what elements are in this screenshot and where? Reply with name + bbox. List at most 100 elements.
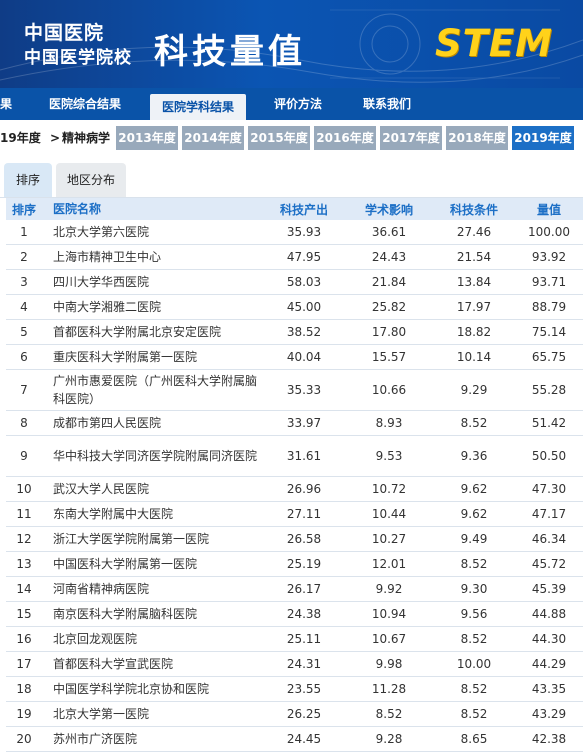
cell-hospital-name[interactable]: 河南省精神病医院: [53, 577, 258, 601]
cell-hospital-name[interactable]: 重庆医科大学附属第一医院: [53, 345, 258, 369]
header-impact: 学术影响: [364, 202, 413, 217]
cell-condition: 9.29: [460, 383, 488, 397]
cell-rank: 19: [16, 707, 32, 721]
breadcrumb-subject[interactable]: 精神病学: [62, 126, 110, 150]
cell-condition: 8.52: [460, 707, 488, 721]
table-row: 1 北京大学第六医院 35.93 36.61 27.46 100.00: [6, 220, 583, 245]
breadcrumb-year[interactable]: 19年度: [0, 126, 41, 150]
tab-region[interactable]: 地区分布: [56, 163, 126, 197]
nav-item-label: 医院学科结果: [162, 100, 235, 114]
table-row: 16 北京回龙观医院 25.11 10.67 8.52 44.30: [6, 627, 583, 652]
cell-hospital-name[interactable]: 北京回龙观医院: [53, 627, 258, 651]
cell-hospital-name[interactable]: 中国医科大学附属第一医院: [53, 552, 258, 576]
cell-rank: 15: [16, 607, 32, 621]
cell-value: 47.30: [531, 482, 567, 496]
cell-hospital-name[interactable]: 苏州市广济医院: [53, 727, 258, 751]
nav-item-method[interactable]: 评价方法: [274, 88, 322, 120]
cell-condition: 8.52: [460, 557, 488, 571]
cell-condition: 10.00: [456, 657, 492, 671]
cell-rank: 2: [20, 250, 28, 264]
cell-condition: 17.97: [456, 300, 492, 314]
nav-item-label: 评价方法: [274, 97, 323, 111]
year-button-2017[interactable]: 2017年度: [380, 126, 442, 150]
year-button-2015[interactable]: 2015年度: [248, 126, 310, 150]
cell-output: 27.11: [286, 507, 322, 521]
cell-output: 24.45: [286, 732, 322, 746]
tab-ranking[interactable]: 排序: [4, 163, 52, 197]
cell-hospital-name[interactable]: 北京大学第一医院: [53, 702, 258, 726]
cell-hospital-name[interactable]: 成都市第四人民医院: [53, 411, 258, 435]
cell-impact: 24.43: [371, 250, 407, 264]
site-banner: 中国医院 中国医学院校 科技量值 STEM: [0, 0, 583, 88]
cell-hospital-name[interactable]: 中南大学湘雅二医院: [53, 295, 258, 319]
cell-hospital-name[interactable]: 上海市精神卫生中心: [53, 245, 258, 269]
cell-value: 44.29: [531, 657, 567, 671]
table-row: 15 南京医科大学附属脑科医院 24.38 10.94 9.56 44.88: [6, 602, 583, 627]
cell-hospital-name[interactable]: 北京大学第六医院: [53, 220, 258, 244]
cell-hospital-name[interactable]: 首都医科大学宣武医院: [53, 652, 258, 676]
cell-impact: 10.27: [371, 532, 407, 546]
table-row: 17 首都医科大学宣武医院 24.31 9.98 10.00 44.29: [6, 652, 583, 677]
cell-output: 45.00: [286, 300, 322, 314]
year-button-2016[interactable]: 2016年度: [314, 126, 376, 150]
cell-condition: 9.49: [460, 532, 488, 546]
year-bar: 19年度 > 精神病学 2013年度 2014年度 2015年度 2016年度 …: [0, 126, 583, 150]
cell-hospital-name[interactable]: 中国医学科学院北京协和医院: [53, 677, 258, 701]
table-row: 9 华中科技大学同济医学院附属同济医院 31.61 9.53 9.36 50.50: [6, 436, 583, 477]
page-title: 科技量值: [154, 32, 306, 72]
cell-impact: 25.82: [371, 300, 407, 314]
cell-output: 47.95: [286, 250, 322, 264]
year-button-2014[interactable]: 2014年度: [182, 126, 244, 150]
cell-condition: 8.52: [460, 632, 488, 646]
cell-output: 25.19: [286, 557, 322, 571]
cell-output: 31.61: [286, 449, 322, 463]
cell-output: 33.97: [286, 416, 322, 430]
cell-output: 35.33: [286, 383, 322, 397]
table-row: 14 河南省精神病医院 26.17 9.92 9.30 45.39: [6, 577, 583, 602]
cell-impact: 8.52: [375, 707, 403, 721]
cell-rank: 10: [16, 482, 32, 496]
cell-impact: 10.66: [371, 383, 407, 397]
cell-value: 93.71: [531, 275, 567, 289]
nav-item-hospital-results[interactable]: 医院综合结果: [49, 88, 121, 120]
nav-item-discipline-results[interactable]: 医院学科结果: [150, 94, 247, 120]
cell-value: 46.34: [531, 532, 567, 546]
cell-value: 51.42: [531, 416, 567, 430]
cell-output: 40.04: [286, 350, 322, 364]
cell-value: 88.79: [531, 300, 567, 314]
cell-hospital-name[interactable]: 浙江大学医学院附属第一医院: [53, 527, 258, 551]
year-button-2013[interactable]: 2013年度: [116, 126, 178, 150]
cell-hospital-name[interactable]: 东南大学附属中大医院: [53, 502, 258, 526]
cell-rank: 14: [16, 582, 32, 596]
cell-value: 55.28: [531, 383, 567, 397]
cell-output: 24.31: [286, 657, 322, 671]
cell-hospital-name[interactable]: 四川大学华西医院: [53, 270, 258, 294]
nav-item-results[interactable]: 果: [0, 88, 12, 120]
year-button-2019[interactable]: 2019年度: [512, 126, 574, 150]
cell-hospital-name[interactable]: 武汉大学人民医院: [53, 477, 258, 501]
cell-condition: 9.56: [460, 607, 488, 621]
cell-condition: 8.65: [460, 732, 488, 746]
ranking-table: 排序 医院名称 科技产出 学术影响 科技条件 量值 1 北京大学第六医院 35.93…: [6, 198, 583, 752]
header-condition: 科技条件: [449, 202, 498, 217]
nav-item-label: 果: [0, 97, 13, 111]
cell-rank: 9: [20, 449, 28, 463]
cell-value: 47.17: [531, 507, 567, 521]
cell-hospital-name[interactable]: 首都医科大学附属北京安定医院: [53, 320, 258, 344]
view-tabs: 排序 地区分布: [0, 163, 583, 198]
cell-hospital-name[interactable]: 广州市惠爱医院（广州医科大学附属脑科医院）: [53, 370, 258, 410]
cell-value: 65.75: [531, 350, 567, 364]
table-row: 6 重庆医科大学附属第一医院 40.04 15.57 10.14 65.75: [6, 345, 583, 370]
table-header: 排序 医院名称 科技产出 学术影响 科技条件 量值: [6, 198, 583, 220]
cell-rank: 8: [20, 416, 28, 430]
nav-item-contact[interactable]: 联系我们: [363, 88, 411, 120]
cell-hospital-name[interactable]: 南京医科大学附属脑科医院: [53, 602, 258, 626]
cell-condition: 9.36: [460, 449, 488, 463]
year-button-2018[interactable]: 2018年度: [446, 126, 508, 150]
cell-impact: 10.67: [371, 632, 407, 646]
cell-rank: 3: [20, 275, 28, 289]
cell-condition: 27.46: [456, 225, 492, 239]
cell-impact: 9.28: [375, 732, 403, 746]
cell-output: 26.96: [286, 482, 322, 496]
cell-hospital-name[interactable]: 华中科技大学同济医学院附属同济医院: [53, 436, 258, 476]
